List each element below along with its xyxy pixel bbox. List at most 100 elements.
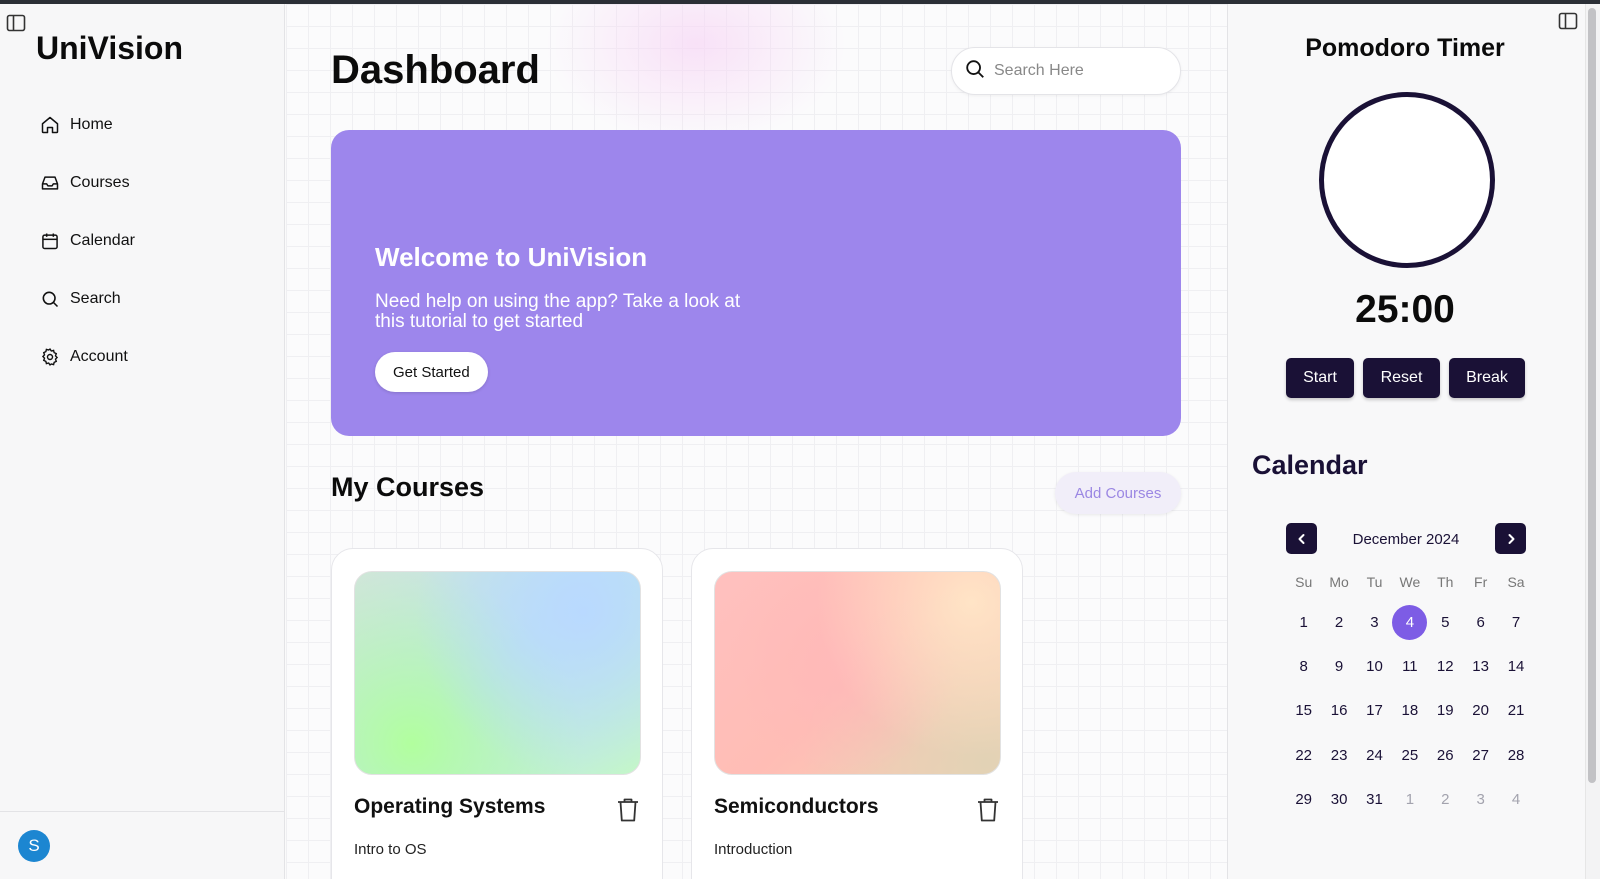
weekday-label: Sa	[1507, 574, 1525, 590]
course-subtitle: Intro to OS	[354, 841, 427, 858]
weekday-label: Fr	[1474, 574, 1488, 590]
sidebar-item-account[interactable]: Account	[36, 328, 266, 386]
calendar-day[interactable]: 8	[1286, 644, 1321, 688]
calendar-days: 1 2 3 4 5 6 7 8 9 10 11 12 13 14 15 16 1…	[1286, 600, 1534, 822]
sidebar-item-label: Courses	[70, 174, 130, 191]
calendar-day[interactable]: 17	[1357, 689, 1392, 733]
calendar-day[interactable]: 27	[1463, 733, 1498, 777]
home-icon	[40, 115, 60, 135]
calendar-day[interactable]: 24	[1357, 733, 1392, 777]
left-sidebar: UniVision Home Courses Calendar Search A…	[0, 4, 285, 879]
course-card[interactable]: Semiconductors Introduction	[691, 548, 1023, 879]
calendar-week: 1 2 3 4 5 6 7	[1286, 600, 1534, 644]
calendar-week: 22 23 24 25 26 27 28	[1286, 733, 1534, 777]
calendar-day[interactable]: 3	[1357, 600, 1392, 644]
calendar-day[interactable]: 10	[1357, 644, 1392, 688]
calendar-day-next-month[interactable]: 3	[1463, 778, 1498, 822]
calendar-day[interactable]: 14	[1498, 644, 1533, 688]
calendar-day[interactable]: 26	[1428, 733, 1463, 777]
calendar-day[interactable]: 25	[1392, 733, 1427, 777]
chevron-right-icon	[1508, 533, 1514, 544]
calendar-day[interactable]: 16	[1321, 689, 1356, 733]
sidebar-item-calendar[interactable]: Calendar	[36, 212, 266, 270]
banner-text: Need help on using the app? Take a look …	[375, 291, 741, 332]
calendar-day[interactable]: 23	[1321, 733, 1356, 777]
calendar-header: December 2024	[1286, 523, 1526, 555]
reset-button[interactable]: Reset	[1363, 358, 1440, 398]
page-title: Dashboard	[331, 48, 540, 92]
calendar-day[interactable]: 22	[1286, 733, 1321, 777]
timer-display: 25:00	[1355, 288, 1455, 331]
weekday-label: Su	[1295, 574, 1313, 590]
weekday-label: We	[1399, 574, 1421, 590]
next-month-button[interactable]	[1495, 523, 1526, 554]
inbox-icon	[40, 173, 60, 193]
calendar-day[interactable]: 7	[1498, 600, 1533, 644]
scrollbar-thumb[interactable]	[1588, 8, 1596, 783]
pomodoro-title: Pomodoro Timer	[1305, 34, 1505, 62]
calendar-day[interactable]: 20	[1463, 689, 1498, 733]
search-input[interactable]	[994, 62, 1164, 80]
calendar-week: 15 16 17 18 19 20 21	[1286, 689, 1534, 733]
calendar-day[interactable]: 5	[1428, 600, 1463, 644]
main-content: Dashboard Welcome to UniVision Need help…	[286, 4, 1227, 879]
chevron-left-icon	[1298, 533, 1304, 544]
avatar[interactable]: S	[18, 830, 50, 862]
search-icon	[40, 289, 60, 309]
calendar-day[interactable]: 1	[1286, 600, 1321, 644]
sidebar-item-label: Search	[70, 290, 121, 307]
weekday-label: Th	[1437, 574, 1454, 590]
gear-icon	[40, 347, 60, 367]
sidebar-toggle-icon[interactable]	[6, 14, 28, 32]
calendar-day[interactable]: 11	[1392, 644, 1427, 688]
timer-ring	[1319, 92, 1495, 268]
course-subtitle: Introduction	[714, 841, 793, 858]
calendar-day[interactable]: 6	[1463, 600, 1498, 644]
start-button[interactable]: Start	[1286, 358, 1354, 398]
calendar-grid: Su Mo Tu We Th Fr Sa 1 2 3 4 5 6 7 8 9 1…	[1286, 574, 1534, 822]
course-name: Operating Systems	[354, 795, 546, 818]
background-glow	[546, 4, 846, 144]
sidebar-nav: Home Courses Calendar Search Account	[36, 96, 266, 386]
calendar-day[interactable]: 2	[1321, 600, 1356, 644]
calendar-day-next-month[interactable]: 4	[1498, 778, 1533, 822]
weekday-row: Su Mo Tu We Th Fr Sa	[1286, 574, 1534, 594]
calendar-day-today[interactable]: 4	[1392, 600, 1428, 644]
course-name: Semiconductors	[714, 795, 879, 818]
break-button[interactable]: Break	[1449, 358, 1525, 398]
course-card[interactable]: Operating Systems Intro to OS	[331, 548, 663, 879]
calendar-icon	[40, 231, 60, 251]
panel-toggle-icon[interactable]	[1558, 12, 1580, 30]
sidebar-item-search[interactable]: Search	[36, 270, 266, 328]
calendar-day-next-month[interactable]: 1	[1392, 778, 1427, 822]
calendar-day[interactable]: 18	[1392, 689, 1427, 733]
calendar-day[interactable]: 21	[1498, 689, 1533, 733]
sidebar-item-courses[interactable]: Courses	[36, 154, 266, 212]
calendar-month-label: December 2024	[1352, 531, 1460, 548]
calendar-day[interactable]: 28	[1498, 733, 1533, 777]
calendar-title: Calendar	[1252, 450, 1368, 480]
add-courses-button[interactable]: Add Courses	[1055, 472, 1181, 514]
right-panel: Pomodoro Timer 25:00 Start Reset Break C…	[1227, 4, 1585, 879]
brand-logo[interactable]: UniVision	[36, 30, 183, 67]
calendar-day[interactable]: 31	[1357, 778, 1392, 822]
calendar-day[interactable]: 15	[1286, 689, 1321, 733]
trash-icon[interactable]	[976, 797, 1000, 823]
calendar-day[interactable]: 19	[1428, 689, 1463, 733]
calendar-day[interactable]: 30	[1321, 778, 1356, 822]
calendar-day[interactable]: 12	[1428, 644, 1463, 688]
trash-icon[interactable]	[616, 797, 640, 823]
my-courses-heading: My Courses	[331, 472, 485, 502]
calendar-day-next-month[interactable]: 2	[1428, 778, 1463, 822]
sidebar-item-label: Home	[70, 116, 113, 133]
course-thumbnail	[354, 571, 641, 775]
welcome-banner: Welcome to UniVision Need help on using …	[331, 130, 1181, 436]
calendar-day[interactable]: 9	[1321, 644, 1356, 688]
calendar-day[interactable]: 29	[1286, 778, 1321, 822]
prev-month-button[interactable]	[1286, 523, 1317, 554]
weekday-label: Mo	[1329, 574, 1349, 590]
sidebar-item-home[interactable]: Home	[36, 96, 266, 154]
calendar-day[interactable]: 13	[1463, 644, 1498, 688]
search-bar[interactable]	[951, 47, 1181, 95]
get-started-button[interactable]: Get Started	[375, 352, 488, 392]
